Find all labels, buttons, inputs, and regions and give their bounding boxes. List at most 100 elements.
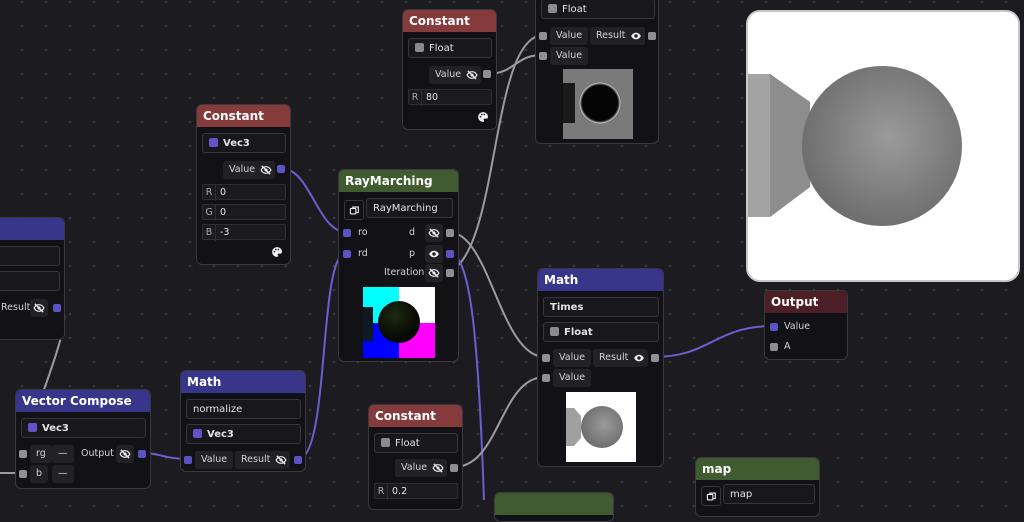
value-label: Value [195, 451, 234, 469]
output-port-value[interactable] [450, 464, 458, 472]
node-swap-icon[interactable] [701, 486, 721, 506]
palette-icon[interactable] [268, 243, 286, 261]
partial-node-bottom[interactable] [494, 492, 614, 522]
type-chip-icon [548, 4, 557, 13]
node-title[interactable] [0, 218, 64, 240]
node-title[interactable]: RayMarching [339, 170, 458, 192]
r-field[interactable]: R0 [202, 184, 286, 201]
float-node-top[interactable]: Float Value Result Value [535, 0, 659, 144]
input-port-ro[interactable] [343, 229, 351, 237]
result-label: Result [593, 349, 635, 367]
type-selector[interactable]: Float [408, 38, 492, 58]
math-normalize-node[interactable]: Math normalize Vec3 Value Result [180, 370, 306, 472]
type-chip-icon [415, 43, 424, 52]
d-label: d [409, 227, 416, 238]
visibility-hidden-icon[interactable] [272, 451, 290, 469]
node-title[interactable]: map [696, 458, 819, 480]
output-port-output[interactable] [138, 450, 146, 458]
visibility-hidden-icon-iteration[interactable] [425, 264, 443, 282]
input-port-value[interactable] [770, 323, 778, 331]
type-selector[interactable]: Vec3 [186, 424, 301, 444]
output-port-result[interactable] [53, 304, 61, 312]
ro-label: ro [358, 227, 368, 238]
input-port-value-2[interactable] [539, 52, 547, 60]
output-port-result[interactable] [294, 456, 302, 464]
map-node[interactable]: map map [695, 457, 820, 517]
operation-selector[interactable]: normalize [186, 399, 301, 419]
type-chip-icon [381, 438, 390, 447]
output-port-value[interactable] [277, 165, 285, 173]
visibility-visible-icon-p[interactable] [425, 245, 443, 263]
value-label-1: Value [550, 27, 589, 45]
output-port-d[interactable] [446, 229, 454, 237]
function-selector[interactable]: map [723, 484, 815, 504]
operation-selector[interactable]: Times [543, 297, 659, 317]
type-selector[interactable]: Float [543, 322, 659, 342]
type-chip-icon [193, 429, 202, 438]
selector-1[interactable] [0, 246, 60, 266]
visibility-visible-icon[interactable] [627, 27, 645, 45]
input-port-rg[interactable] [19, 450, 27, 458]
r-field[interactable]: R 0.2 [374, 483, 458, 500]
raymarching-node[interactable]: RayMarching RayMarching ro rd d p Iterat… [338, 169, 459, 362]
output-port-result[interactable] [648, 32, 656, 40]
rg-minus[interactable]: — [52, 445, 74, 463]
g-field[interactable]: G0 [202, 204, 286, 221]
constant-float-node-top[interactable]: Constant Float Value R 80 [402, 9, 497, 130]
visibility-hidden-icon[interactable] [30, 299, 48, 317]
input-port-value[interactable] [184, 456, 192, 464]
node-swap-icon[interactable] [344, 200, 364, 220]
node-title[interactable]: Vector Compose [16, 390, 150, 412]
type-chip-icon [28, 423, 37, 432]
render-preview-panel[interactable] [746, 10, 1020, 282]
node-title[interactable]: Math [538, 269, 663, 291]
b-minus[interactable]: — [52, 465, 74, 483]
node-title[interactable]: Constant [403, 10, 496, 32]
node-title[interactable]: Constant [369, 405, 462, 427]
input-port-a[interactable] [770, 343, 778, 351]
visibility-visible-icon[interactable] [630, 349, 648, 367]
r-field[interactable]: R 80 [408, 89, 492, 106]
input-port-b[interactable] [19, 470, 27, 478]
result-label: Result [1, 302, 31, 313]
function-selector[interactable]: RayMarching [366, 198, 453, 218]
type-selector[interactable]: Vec3 [21, 418, 146, 438]
node-title[interactable]: Output [765, 291, 847, 313]
output-port-result[interactable] [651, 354, 659, 362]
visibility-hidden-icon[interactable] [429, 459, 447, 477]
type-selector[interactable]: Vec3 [202, 133, 286, 153]
node-title[interactable]: Constant [197, 105, 290, 127]
type-selector[interactable]: Float [374, 433, 458, 453]
node-title[interactable]: Math [181, 371, 305, 393]
output-node[interactable]: Output Value A [764, 290, 848, 360]
visibility-hidden-icon[interactable] [257, 161, 275, 179]
partial-node-left[interactable]: Result [0, 217, 65, 340]
selector-2[interactable] [0, 271, 60, 291]
times-preview-image [566, 392, 636, 462]
visibility-hidden-icon-d[interactable] [425, 224, 443, 242]
constant-vec3-node[interactable]: Constant Vec3 Value R0 G0 B -3 [196, 104, 291, 265]
output-port-p[interactable] [446, 250, 454, 258]
value-label-2: Value [550, 47, 589, 65]
visibility-hidden-icon[interactable] [116, 445, 134, 463]
input-port-value-1[interactable] [539, 32, 547, 40]
wire-const-to-times [453, 376, 546, 468]
raymarching-preview-image [363, 287, 435, 358]
value-label: Value [395, 459, 434, 477]
wire-times-to-output [653, 325, 774, 358]
input-port-value-1[interactable] [542, 354, 550, 362]
output-port-value[interactable] [483, 70, 491, 78]
b-field[interactable]: B -3 [202, 224, 286, 241]
type-selector[interactable]: Float [541, 0, 655, 19]
input-port-value-2[interactable] [542, 374, 550, 382]
node-title[interactable] [495, 493, 613, 515]
output-port-iteration[interactable] [446, 269, 454, 277]
palette-icon[interactable] [474, 108, 492, 126]
visibility-hidden-icon[interactable] [463, 66, 481, 84]
input-port-rd[interactable] [343, 250, 351, 258]
vector-compose-node[interactable]: Vector Compose Vec3 rg — b — Output [15, 389, 151, 489]
value-label: Value [429, 66, 468, 84]
value-label-1: Value [553, 349, 592, 367]
constant-float-node-bottom[interactable]: Constant Float Value R 0.2 [368, 404, 463, 510]
math-times-node[interactable]: Math Times Float Value Result Value [537, 268, 664, 467]
